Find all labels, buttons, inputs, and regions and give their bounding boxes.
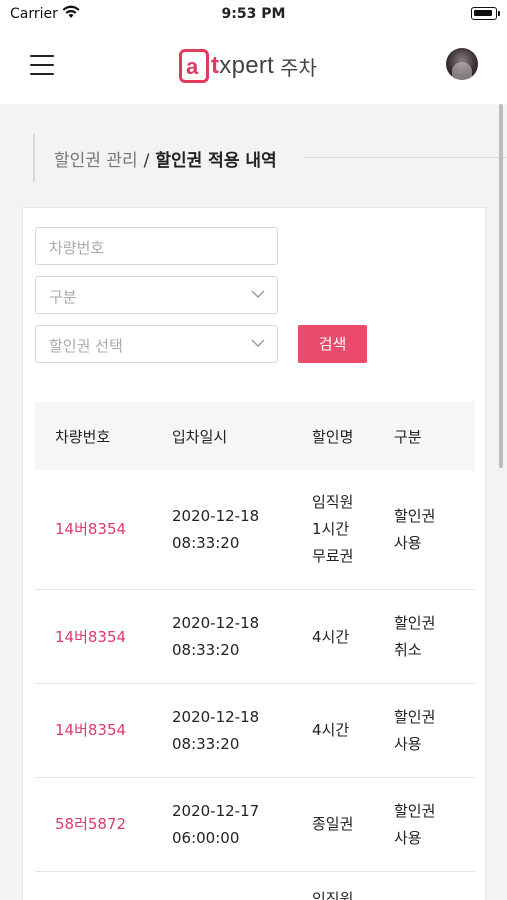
- row-discount-name: 4시간: [312, 721, 350, 739]
- row-type: 할인권: [394, 614, 436, 632]
- breadcrumb-parent[interactable]: 할인권 관리: [54, 151, 138, 171]
- row-date: 2020-12-18: [172, 614, 260, 632]
- row-type: 사용: [394, 534, 422, 552]
- row-time: 08:33:20: [172, 735, 240, 753]
- row-time: 06:00:00: [172, 829, 240, 847]
- discount-select[interactable]: 할인권 선택: [35, 325, 278, 363]
- discount-select-placeholder: 할인권 선택: [49, 337, 123, 355]
- row-date: 2020-12-18: [172, 708, 260, 726]
- row-date: 2020-12-17: [172, 802, 260, 820]
- chevron-down-icon: [251, 339, 265, 347]
- status-bar: Carrier 9:53 PM: [0, 0, 507, 28]
- history-table: 차량번호 입차일시 할인명 구분 14버8354 2020-12-18 08:3…: [35, 402, 475, 900]
- table-row[interactable]: 임직원: [35, 872, 475, 900]
- type-select-placeholder: 구분: [49, 288, 77, 306]
- table-row[interactable]: 14버8354 2020-12-18 08:33:20 임직원 1시간 무료권 …: [35, 470, 475, 590]
- row-discount-name: 1시간: [312, 520, 350, 538]
- row-date: 2020-12-18: [172, 507, 260, 525]
- row-plate[interactable]: 14버8354: [55, 717, 126, 744]
- battery-icon: [471, 7, 500, 20]
- app-logo[interactable]: a txpert 주차: [179, 48, 317, 84]
- row-discount-name: 임직원: [312, 493, 354, 511]
- header-entry-time: 입차일시: [172, 428, 228, 446]
- row-type: 할인권: [394, 802, 436, 820]
- logo-mark: a: [179, 49, 209, 83]
- app-header: a txpert 주차: [0, 28, 507, 104]
- table-row[interactable]: 14버8354 2020-12-18 08:33:20 4시간 할인권 취소: [35, 590, 475, 684]
- row-time: 08:33:20: [172, 534, 240, 552]
- header-type: 구분: [394, 428, 422, 446]
- search-button[interactable]: 검색: [298, 325, 367, 363]
- header-plate: 차량번호: [55, 428, 111, 446]
- row-discount-name: 임직원: [312, 890, 354, 900]
- row-plate[interactable]: 14버8354: [55, 624, 126, 651]
- row-type: 할인권: [394, 507, 436, 525]
- header-discount-name: 할인명: [312, 428, 354, 446]
- row-discount-name: 4시간: [312, 628, 350, 646]
- table-header: 차량번호 입차일시 할인명 구분: [35, 402, 475, 470]
- row-plate[interactable]: 58러5872: [55, 811, 126, 838]
- row-discount-name: 무료권: [312, 547, 354, 565]
- table-row[interactable]: 58러5872 2020-12-17 06:00:00 종일권 할인권 사용: [35, 778, 475, 872]
- clock: 9:53 PM: [221, 6, 286, 22]
- breadcrumb: 할인권 관리 / 할인권 적용 내역: [33, 134, 507, 182]
- history-card: 차량번호 구분 할인권 선택 검색 차량번호 입차일시 할인명 구분 14버83…: [22, 207, 486, 900]
- plate-number-input[interactable]: 차량번호: [35, 227, 278, 265]
- type-select[interactable]: 구분: [35, 276, 278, 314]
- logo-suffix: 주차: [280, 55, 317, 80]
- row-type: 사용: [394, 829, 422, 847]
- row-type: 사용: [394, 735, 422, 753]
- breadcrumb-separator: /: [143, 151, 150, 171]
- row-type: 할인권: [394, 708, 436, 726]
- row-type: 취소: [394, 641, 422, 659]
- logo-brand: txpert: [211, 52, 275, 79]
- avatar[interactable]: [446, 48, 478, 80]
- breadcrumb-current: 할인권 적용 내역: [155, 151, 277, 171]
- table-row[interactable]: 14버8354 2020-12-18 08:33:20 4시간 할인권 사용: [35, 684, 475, 778]
- chevron-down-icon: [251, 290, 265, 298]
- menu-icon[interactable]: [30, 55, 54, 75]
- plate-number-placeholder: 차량번호: [49, 239, 105, 257]
- scrollbar[interactable]: [499, 104, 503, 468]
- row-time: 08:33:20: [172, 641, 240, 659]
- row-discount-name: 종일권: [312, 815, 354, 833]
- row-plate[interactable]: 14버8354: [55, 516, 126, 543]
